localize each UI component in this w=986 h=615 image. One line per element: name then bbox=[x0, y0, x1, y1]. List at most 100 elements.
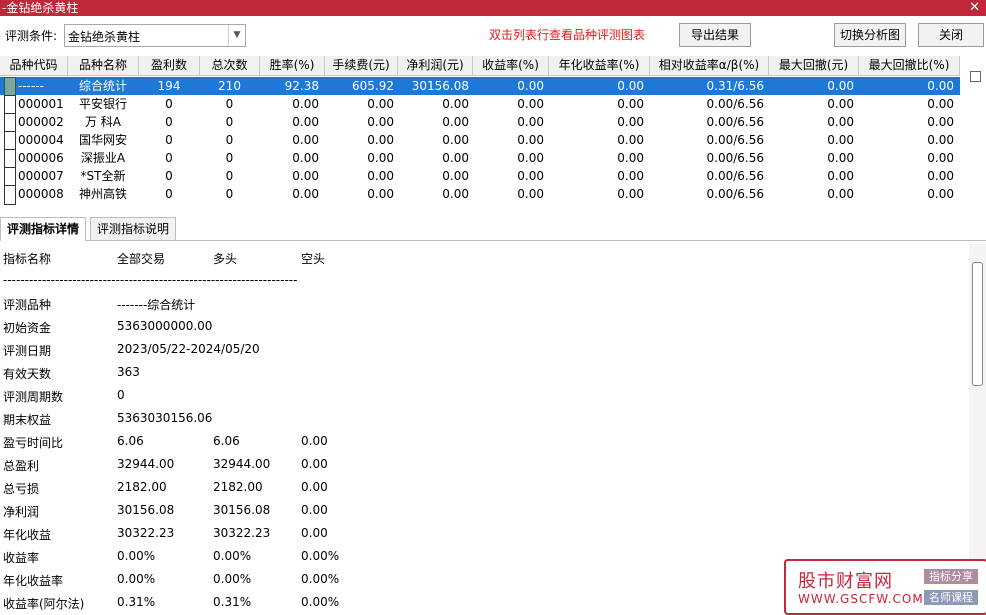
tab-description[interactable]: 评测指标说明 bbox=[90, 217, 177, 240]
scroll-thumb[interactable] bbox=[972, 262, 983, 386]
table-row[interactable]: 000001 平安银行 0 0 0.00 0.00 0.00 0.00 0.00 0.00/6.5… bbox=[0, 95, 960, 115]
export-button[interactable]: 导出结果 bbox=[679, 23, 751, 47]
detail-label: 总亏损 bbox=[3, 482, 40, 496]
col-relative[interactable]: 相对收益率α/β(%) bbox=[650, 56, 769, 75]
close-button[interactable]: 关闭 bbox=[918, 23, 984, 47]
detail-value-v1: 0 bbox=[117, 388, 125, 402]
col-fee[interactable]: 手续费(元) bbox=[325, 56, 398, 75]
switch-chart-button[interactable]: 切换分析图 bbox=[834, 23, 906, 47]
cell-total: 0 bbox=[225, 133, 234, 147]
cell-code: 000002 bbox=[18, 115, 64, 129]
detail-value-v3: 0.00 bbox=[301, 434, 328, 448]
col-drawdown-ratio[interactable]: 最大回撤比(%) bbox=[859, 56, 960, 75]
col-total[interactable]: 总次数 bbox=[200, 56, 260, 75]
cell-ddr: 0.00 bbox=[927, 133, 954, 147]
col-drawdown[interactable]: 最大回撤(元) bbox=[769, 56, 859, 75]
cell-dd: 0.00 bbox=[827, 187, 854, 201]
col-annual[interactable]: 年化收益率(%) bbox=[549, 56, 650, 75]
col-yield[interactable]: 收益率(%) bbox=[473, 56, 549, 75]
detail-header-name: 指标名称 bbox=[3, 252, 52, 266]
detail-value-v1: 2182.00 bbox=[117, 480, 167, 494]
detail-value-v3: 0.00 bbox=[301, 526, 328, 540]
condition-dropdown[interactable]: 金钻绝杀黄柱 ▼ bbox=[64, 24, 246, 47]
condition-value: 金钻绝杀黄柱 bbox=[68, 30, 141, 44]
cell-dd: 0.00 bbox=[827, 133, 854, 147]
detail-label: 收益率(阿尔法) bbox=[3, 597, 85, 611]
detail-value-v1: 5363030156.06 bbox=[117, 411, 213, 425]
close-icon[interactable]: ✕ bbox=[969, 0, 980, 16]
col-code[interactable]: 品种代码 bbox=[0, 56, 68, 75]
cell-win: 0.00 bbox=[292, 187, 319, 201]
detail-value-v3: 0.00% bbox=[301, 595, 340, 609]
cell-net: 0.00 bbox=[442, 187, 469, 201]
cell-profit: 0 bbox=[165, 169, 173, 183]
cell-net: 0.00 bbox=[442, 151, 469, 165]
detail-value-v1: 5363000000.00 bbox=[117, 319, 213, 333]
cell-name: 深振业A bbox=[80, 151, 126, 165]
cell-rel: 0.00/6.56 bbox=[706, 187, 764, 201]
detail-label: 年化收益 bbox=[3, 528, 52, 542]
cell-annual: 0.00 bbox=[617, 133, 644, 147]
cell-fee: 0.00 bbox=[367, 151, 394, 165]
cell-fee: 0.00 bbox=[367, 97, 394, 111]
table-row[interactable]: ------ 综合统计 194 210 92.38 605.92 30156.08 0.00 0… bbox=[0, 77, 960, 97]
document-icon bbox=[4, 113, 16, 133]
cell-name: 综合统计 bbox=[78, 79, 127, 93]
col-profit[interactable]: 盈利数 bbox=[139, 56, 200, 75]
cell-fee: 0.00 bbox=[367, 115, 394, 129]
cell-annual: 0.00 bbox=[617, 115, 644, 129]
tab-details[interactable]: 评测指标详情 bbox=[0, 217, 87, 241]
table-row[interactable]: 000006 深振业A 0 0 0.00 0.00 0.00 0.00 0.00 0.00/6.5… bbox=[0, 149, 960, 169]
table-row[interactable]: 000007 *ST全新 0 0 0.00 0.00 0.00 0.00 0.00 0.00/6.… bbox=[0, 167, 960, 187]
col-name[interactable]: 品种名称 bbox=[68, 56, 139, 75]
cell-code: ------ bbox=[18, 79, 44, 93]
chevron-down-icon[interactable]: ▼ bbox=[228, 25, 245, 46]
table-row[interactable]: 000002 万 科A 0 0 0.00 0.00 0.00 0.00 0.00 0.00/6.5… bbox=[0, 113, 960, 133]
cell-ddr: 0.00 bbox=[927, 115, 954, 129]
detail-value-v2: 0.00% bbox=[213, 572, 252, 586]
cell-annual: 0.00 bbox=[617, 151, 644, 165]
cell-total: 0 bbox=[225, 97, 234, 111]
detail-value-v3: 0.00 bbox=[301, 457, 328, 471]
detail-tabs: 评测指标详情 评测指标说明 bbox=[0, 214, 986, 241]
cell-profit: 0 bbox=[165, 187, 173, 201]
cell-fee: 0.00 bbox=[367, 169, 394, 183]
cell-rel: 0.00/6.56 bbox=[706, 133, 764, 147]
cell-name: 神州高铁 bbox=[78, 187, 127, 201]
cell-dd: 0.00 bbox=[827, 97, 854, 111]
detail-label: 期末权益 bbox=[3, 413, 52, 427]
document-icon bbox=[4, 149, 16, 169]
cell-fee: 0.00 bbox=[367, 187, 394, 201]
col-winrate[interactable]: 胜率(%) bbox=[260, 56, 325, 75]
table-scroll-indicator[interactable] bbox=[970, 71, 981, 82]
detail-label: 初始资金 bbox=[3, 321, 52, 335]
detail-label: 评测日期 bbox=[3, 344, 52, 358]
table-row[interactable]: 000008 神州高铁 0 0 0.00 0.00 0.00 0.00 0.00 0.00/6.5… bbox=[0, 185, 960, 205]
cell-ddr: 0.00 bbox=[927, 79, 954, 93]
col-net[interactable]: 净利润(元) bbox=[398, 56, 473, 75]
cell-win: 0.00 bbox=[292, 169, 319, 183]
cell-rel: 0.00/6.56 bbox=[706, 169, 764, 183]
cell-profit: 0 bbox=[165, 97, 173, 111]
table-row[interactable]: 000004 国华网安 0 0 0.00 0.00 0.00 0.00 0.00 0.00/6.5… bbox=[0, 131, 960, 151]
cell-code: 000008 bbox=[18, 187, 64, 201]
detail-value-v1: -------综合统计 bbox=[117, 298, 196, 312]
detail-value-v3: 0.00% bbox=[301, 572, 340, 586]
document-icon bbox=[4, 185, 16, 205]
watermark-url: WWW.GSCFW.COM bbox=[798, 592, 924, 606]
cell-dd: 0.00 bbox=[827, 79, 854, 93]
cell-ddr: 0.00 bbox=[927, 169, 954, 183]
document-icon bbox=[4, 131, 16, 151]
cell-profit: 0 bbox=[165, 115, 173, 129]
detail-value-v2: 0.31% bbox=[213, 595, 252, 609]
cell-name: 国华网安 bbox=[78, 133, 127, 147]
detail-separator: ----------------------------------------… bbox=[3, 273, 298, 287]
cell-total: 210 bbox=[218, 79, 241, 93]
window-title: -金钻绝杀黄柱 bbox=[2, 1, 79, 15]
document-icon bbox=[4, 95, 16, 115]
cell-code: 000006 bbox=[18, 151, 64, 165]
document-icon bbox=[4, 77, 16, 97]
cell-yield: 0.00 bbox=[517, 97, 544, 111]
cell-name: 万 科A bbox=[84, 115, 122, 129]
cell-win: 0.00 bbox=[292, 97, 319, 111]
